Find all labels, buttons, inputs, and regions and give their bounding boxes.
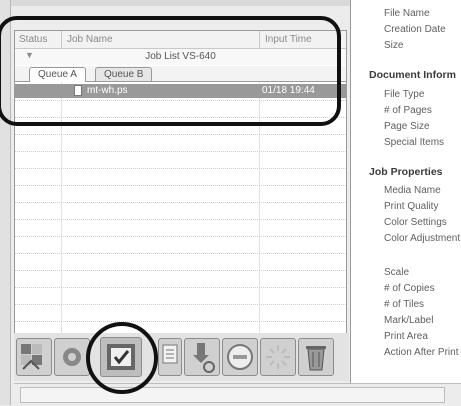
grid-row-line xyxy=(15,321,346,322)
grid-row-line xyxy=(15,304,346,305)
grid-row-line xyxy=(15,219,346,220)
window-left-edge xyxy=(0,0,11,405)
stop-icon xyxy=(227,344,253,370)
prop-mark-label: Mark/Label xyxy=(384,315,434,326)
prop-pages: # of Pages xyxy=(384,105,432,116)
prop-file-type: File Type xyxy=(384,89,425,100)
grid-column-line xyxy=(61,82,62,333)
trash-icon xyxy=(306,346,326,371)
document-list-icon xyxy=(162,344,178,364)
job-properties-header: Job Properties xyxy=(369,166,443,178)
column-status[interactable]: Status xyxy=(19,34,47,45)
prop-color-settings: Color Settings xyxy=(384,217,447,228)
prop-print-quality: Print Quality xyxy=(384,201,439,212)
input-time-cell: 01/18 19:44 xyxy=(262,85,315,96)
grid-row-line xyxy=(15,134,346,135)
prop-special-items: Special Items xyxy=(384,137,445,148)
job-name-cell: mt-wh.ps xyxy=(87,85,128,96)
stop-button[interactable] xyxy=(222,338,258,376)
grid-row-line xyxy=(15,168,346,169)
grid-column-line xyxy=(259,82,260,333)
job-list-panel: Status Job Name Input Time Job List VS-6… xyxy=(14,30,347,334)
grid-row-line xyxy=(15,236,346,237)
job-list-title: Job List VS-640 xyxy=(145,51,216,62)
settings-button[interactable] xyxy=(54,338,90,376)
prop-file-name: File Name xyxy=(384,8,430,19)
print-check-icon xyxy=(107,344,135,370)
export-icon xyxy=(193,343,215,373)
gear-icon xyxy=(63,348,81,366)
grid-row-line xyxy=(15,151,346,152)
column-header: Status Job Name Input Time xyxy=(15,31,346,49)
grid-row-line xyxy=(15,117,346,118)
job-list-grid: mt-wh.ps 01/18 19:44 xyxy=(15,82,346,333)
document-info-header: Document Inform xyxy=(369,69,456,81)
prop-scale: Scale xyxy=(384,267,410,278)
grid-row-line xyxy=(15,185,346,186)
pause-button[interactable] xyxy=(260,338,296,376)
status-field xyxy=(20,387,445,403)
prop-media-name: Media Name xyxy=(384,185,441,196)
file-icon xyxy=(74,85,82,96)
export-button[interactable] xyxy=(184,338,220,376)
queue-tabs: Queue A Queue B xyxy=(15,66,346,82)
prop-page-size: Page Size xyxy=(384,121,430,132)
layout-icon xyxy=(21,344,42,370)
trash-button[interactable] xyxy=(298,338,334,376)
column-job-name[interactable]: Job Name xyxy=(67,34,113,45)
pause-icon xyxy=(266,345,290,369)
prop-action-after-print: Action After Print xyxy=(384,347,459,358)
grid-row-line xyxy=(15,287,346,288)
column-input-time[interactable]: Input Time xyxy=(265,34,312,45)
prop-tiles: # of Tiles xyxy=(384,299,425,310)
table-row[interactable]: mt-wh.ps 01/18 19:44 xyxy=(15,84,346,98)
collapse-arrow-icon[interactable]: ▼ xyxy=(25,50,34,60)
column-separator[interactable] xyxy=(259,31,260,48)
column-separator[interactable] xyxy=(61,31,62,48)
layout-button[interactable] xyxy=(16,338,52,376)
tab-queue-b[interactable]: Queue B xyxy=(95,67,153,81)
print-check-button[interactable] xyxy=(100,337,142,377)
job-list-title-row: Job List VS-640 ▼ xyxy=(15,49,346,65)
grid-row-line xyxy=(15,253,346,254)
prop-copies: # of Copies xyxy=(384,283,435,294)
grid-row-line xyxy=(15,202,346,203)
prop-print-area: Print Area xyxy=(384,331,428,342)
document-list-button[interactable] xyxy=(158,338,182,376)
toolbar xyxy=(14,333,349,381)
status-bar xyxy=(14,383,461,406)
prop-size: Size xyxy=(384,40,404,51)
grid-row-line xyxy=(15,270,346,271)
grid-row-line xyxy=(15,100,346,101)
tab-queue-a[interactable]: Queue A xyxy=(29,67,86,82)
prop-creation-date: Creation Date xyxy=(384,24,446,35)
properties-panel: File Name Creation Date Size Document In… xyxy=(350,0,461,383)
prop-color-adjustment: Color Adjustment xyxy=(384,233,461,244)
